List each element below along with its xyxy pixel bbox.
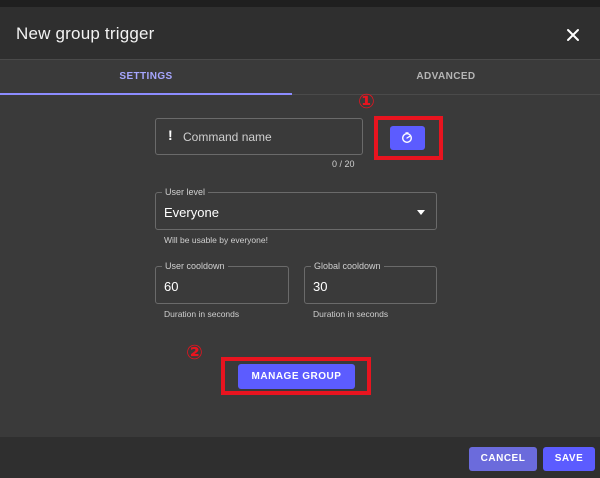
save-button[interactable]: SAVE bbox=[543, 447, 595, 471]
user-cooldown-field[interactable]: User cooldown 60 bbox=[155, 261, 289, 304]
exclamation-icon: ! bbox=[168, 127, 173, 143]
dialog-header: New group trigger bbox=[0, 7, 600, 59]
tab-settings[interactable]: SETTINGS bbox=[0, 60, 292, 94]
tab-bar: SETTINGS ADVANCED bbox=[0, 60, 600, 95]
command-char-counter: 0 / 20 bbox=[332, 159, 355, 169]
global-cooldown-field[interactable]: Global cooldown 30 bbox=[304, 261, 437, 304]
global-cooldown-hint: Duration in seconds bbox=[313, 309, 389, 319]
window-top-strip bbox=[0, 0, 600, 7]
dialog-title: New group trigger bbox=[16, 24, 155, 43]
user-cooldown-hint: Duration in seconds bbox=[164, 309, 240, 319]
close-button[interactable] bbox=[566, 28, 580, 42]
cancel-button[interactable]: CANCEL bbox=[469, 447, 537, 471]
dialog-footer: CANCEL SAVE bbox=[0, 437, 600, 478]
user-level-value: Everyone bbox=[164, 205, 219, 220]
global-cooldown-value[interactable]: 30 bbox=[313, 279, 327, 294]
user-level-label: User level bbox=[162, 187, 209, 198]
close-icon bbox=[567, 29, 579, 41]
annotation-box-manage-group bbox=[221, 357, 371, 395]
user-level-hint: Will be usable by everyone! bbox=[164, 235, 268, 245]
caret-down-icon bbox=[417, 210, 425, 215]
annotation-box-timer bbox=[374, 116, 443, 160]
user-cooldown-label: User cooldown bbox=[162, 261, 228, 272]
command-name-input[interactable] bbox=[183, 128, 353, 146]
user-level-select[interactable]: User level Everyone bbox=[155, 187, 437, 230]
tab-advanced[interactable]: ADVANCED bbox=[292, 60, 600, 94]
global-cooldown-label: Global cooldown bbox=[311, 261, 384, 272]
annotation-number-1: ① bbox=[358, 91, 375, 113]
annotation-number-2: ② bbox=[186, 342, 203, 364]
tab-underline bbox=[292, 94, 600, 95]
tab-active-indicator bbox=[0, 93, 292, 95]
user-cooldown-value[interactable]: 60 bbox=[164, 279, 178, 294]
command-name-field[interactable]: ! bbox=[155, 118, 363, 155]
